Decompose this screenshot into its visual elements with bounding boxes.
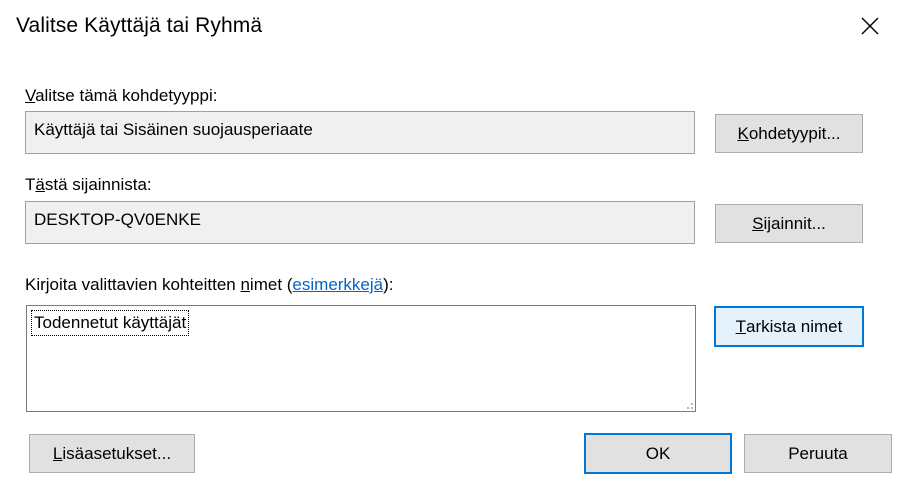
resize-grip-icon <box>683 399 693 409</box>
dialog-title: Valitse Käyttäjä tai Ryhmä <box>16 14 263 37</box>
ok-button[interactable]: OK <box>584 433 732 474</box>
location-field: DESKTOP-QV0ENKE <box>25 201 695 244</box>
close-icon <box>861 17 879 35</box>
title-bar: Valitse Käyttäjä tai Ryhmä <box>0 0 903 56</box>
select-user-or-group-dialog: Valitse Käyttäjä tai Ryhmä Valitse tämä … <box>0 0 903 485</box>
advanced-button[interactable]: Lisäasetukset... <box>29 434 195 473</box>
locations-button[interactable]: Sijainnit... <box>715 204 863 243</box>
location-label: Tästä sijainnista: <box>25 175 152 194</box>
check-names-button[interactable]: Tarkista nimet <box>714 306 864 347</box>
names-label: Kirjoita valittavien kohteitten nimet (e… <box>25 275 394 294</box>
object-types-button[interactable]: Kohdetyypit... <box>715 114 863 153</box>
close-button[interactable] <box>837 0 903 52</box>
object-names-input[interactable]: Todennetut käyttäjät <box>26 305 696 412</box>
object-type-field: Käyttäjä tai Sisäinen suojausperiaate <box>25 111 695 154</box>
object-names-value: Todennetut käyttäjät <box>31 310 190 336</box>
cancel-button[interactable]: Peruuta <box>744 434 892 473</box>
examples-link[interactable]: esimerkkejä <box>292 275 383 294</box>
object-type-label: Valitse tämä kohdetyyppi: <box>25 86 218 105</box>
